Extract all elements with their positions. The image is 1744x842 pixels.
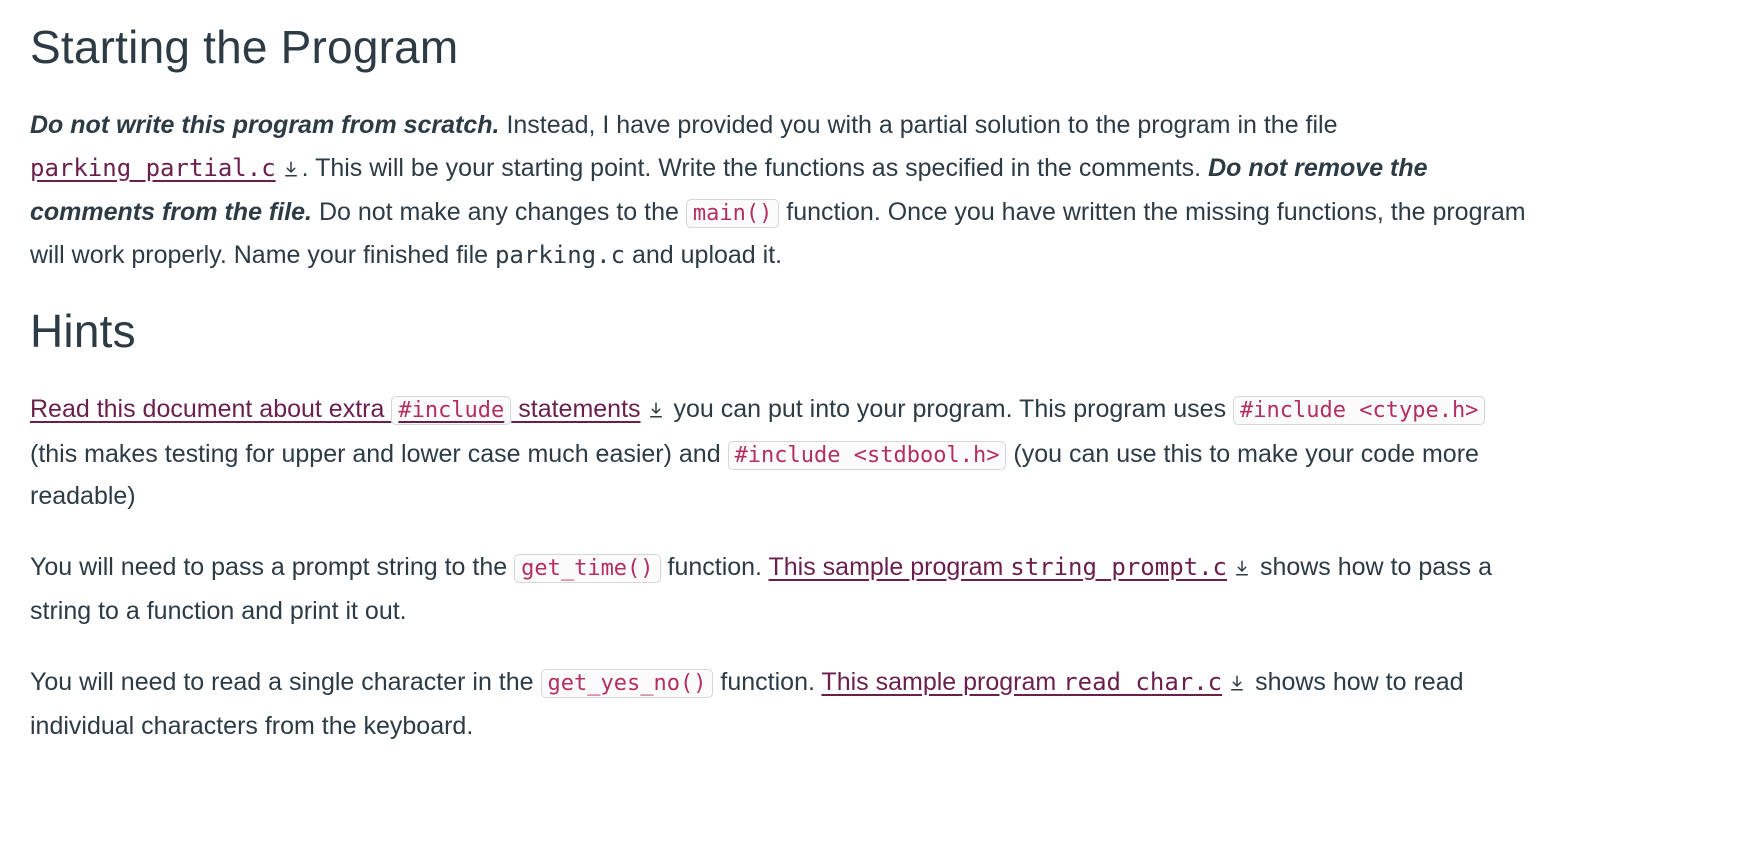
hints-paragraph-1: Read this document about extra #include … [30,388,1530,518]
code-get-yes-no: get_yes_no() [541,669,714,698]
link-text-post: statements [511,395,640,423]
link-parking-partial[interactable]: parking_partial.c [30,154,276,182]
code-include-generic: #include [391,396,511,425]
code-include-stdbool: #include <stdbool.h> [728,441,1007,470]
link-filename: string_prompt.c [1010,553,1227,581]
text: Instead, I have provided you with a part… [500,111,1338,139]
code-include-ctype: #include <ctype.h> [1233,396,1485,425]
text: Do not make any changes to the [312,198,686,226]
document-page: Starting the Program Do not write this p… [0,0,1560,806]
link-text-pre: This sample program [769,553,1011,581]
download-icon[interactable] [1228,663,1246,706]
heading-starting-the-program: Starting the Program [30,20,1530,74]
text: You will need to read a single character… [30,668,541,696]
text: function. [713,668,821,696]
text: you can put into your program. This prog… [667,395,1233,423]
download-icon[interactable] [1233,548,1251,591]
code-main: main() [686,199,779,228]
link-text-pre: This sample program [821,668,1063,696]
filename-parking-c: parking.c [495,241,625,269]
link-filename: read_char.c [1063,668,1222,696]
link-text-pre: Read this document about extra [30,395,391,423]
text: You will need to pass a prompt string to… [30,553,514,581]
text: and upload it. [625,241,782,269]
link-include-doc[interactable]: Read this document about extra #include … [30,395,641,423]
code-get-time: get_time() [514,554,660,583]
link-filename: parking_partial.c [30,154,276,182]
link-string-prompt[interactable]: This sample program string_prompt.c [769,553,1228,581]
download-icon[interactable] [282,149,300,192]
heading-hints: Hints [30,304,1530,358]
hints-paragraph-2: You will need to pass a prompt string to… [30,546,1530,633]
emphasis-do-not-write: Do not write this program from scratch. [30,111,500,139]
hints-paragraph-3: You will need to read a single character… [30,661,1530,748]
text: function. [661,553,769,581]
text: (this makes testing for upper and lower … [30,440,728,468]
text: . This will be your starting point. Writ… [302,154,1208,182]
link-read-char[interactable]: This sample program read_char.c [821,668,1222,696]
starting-paragraph: Do not write this program from scratch. … [30,104,1530,276]
download-icon[interactable] [647,390,665,433]
